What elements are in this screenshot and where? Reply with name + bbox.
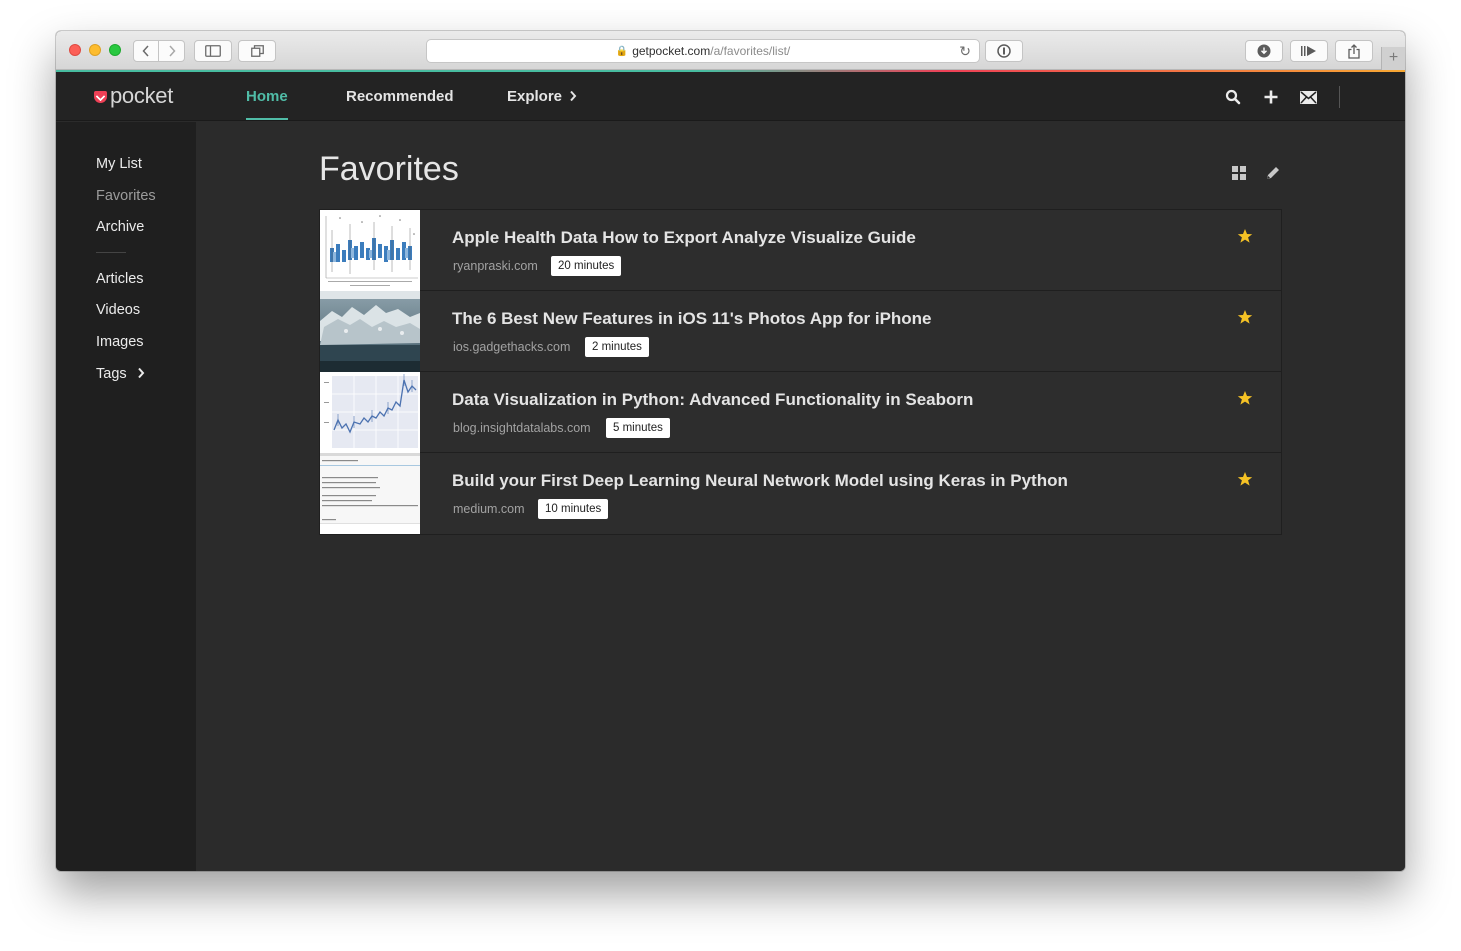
url-host: getpocket.com bbox=[632, 44, 711, 58]
bulk-edit-icon[interactable] bbox=[1264, 164, 1282, 182]
share-button[interactable] bbox=[1335, 40, 1373, 62]
read-time-badge: 20 minutes bbox=[551, 256, 622, 276]
chevron-right-icon bbox=[168, 45, 176, 57]
close-window-button[interactable] bbox=[69, 44, 81, 56]
article-title[interactable]: Data Visualization in Python: Advanced F… bbox=[452, 390, 973, 410]
sidebar-item-images[interactable]: Images bbox=[96, 334, 144, 350]
pocket-logo-icon bbox=[94, 91, 107, 103]
read-time-badge: 5 minutes bbox=[606, 418, 670, 438]
search-button[interactable] bbox=[1223, 87, 1243, 107]
sidebar-icon bbox=[205, 45, 221, 57]
history-nav bbox=[133, 40, 185, 62]
article-domain: blog.insightdatalabs.com bbox=[453, 421, 591, 435]
sidebar-item-tags-label: Tags bbox=[96, 366, 127, 382]
play-skip-icon bbox=[1301, 46, 1316, 56]
pocket-header: pocket Home Recommended Explore bbox=[56, 72, 1405, 121]
favorite-star-icon[interactable] bbox=[1237, 309, 1253, 325]
browser-window: 🔒 getpocket.com/a/favorites/list/ ↻ + po… bbox=[56, 31, 1405, 871]
nav-explore-label: Explore bbox=[507, 88, 563, 105]
chevron-right-icon bbox=[137, 367, 145, 379]
main-content: Favorites Apple Health Data How to Expor… bbox=[196, 122, 1405, 871]
zoom-window-button[interactable] bbox=[109, 44, 121, 56]
nav-home[interactable]: Home bbox=[246, 72, 288, 121]
minimize-window-button[interactable] bbox=[89, 44, 101, 56]
sidebar-item-videos[interactable]: Videos bbox=[96, 302, 140, 318]
favorite-star-icon[interactable] bbox=[1237, 228, 1253, 244]
sidebar-toggle-button[interactable] bbox=[194, 40, 232, 62]
back-button[interactable] bbox=[133, 40, 159, 62]
list-item[interactable]: The 6 Best New Features in iOS 11's Phot… bbox=[320, 291, 1281, 372]
nav-home-label: Home bbox=[246, 88, 288, 105]
favorite-star-icon[interactable] bbox=[1237, 390, 1253, 406]
reading-list-button[interactable] bbox=[1290, 40, 1328, 62]
share-icon bbox=[1348, 43, 1360, 59]
tabs-icon bbox=[250, 45, 264, 57]
inbox-button[interactable] bbox=[1298, 87, 1318, 107]
tab-overview-button[interactable] bbox=[238, 40, 276, 62]
list-item[interactable]: Apple Health Data How to Export Analyze … bbox=[320, 210, 1281, 291]
download-icon bbox=[1257, 44, 1271, 58]
search-icon bbox=[1225, 89, 1241, 105]
list-item[interactable]: Data Visualization in Python: Advanced F… bbox=[320, 372, 1281, 453]
forward-button[interactable] bbox=[159, 40, 185, 62]
grid-view-icon[interactable] bbox=[1232, 166, 1246, 180]
logo-text: pocket bbox=[110, 83, 174, 108]
page-title: Favorites bbox=[319, 150, 459, 188]
article-title[interactable]: The 6 Best New Features in iOS 11's Phot… bbox=[452, 309, 932, 329]
nav-recommended[interactable]: Recommended bbox=[346, 72, 454, 121]
browser-toolbar: 🔒 getpocket.com/a/favorites/list/ ↻ + bbox=[56, 31, 1405, 70]
article-title[interactable]: Apple Health Data How to Export Analyze … bbox=[452, 228, 916, 248]
article-thumbnail bbox=[320, 210, 420, 291]
article-title[interactable]: Build your First Deep Learning Neural Ne… bbox=[452, 471, 1068, 491]
reader-button[interactable] bbox=[985, 40, 1023, 62]
downloads-button[interactable] bbox=[1245, 40, 1283, 62]
article-domain: medium.com bbox=[453, 502, 525, 516]
sidebar-item-tags[interactable]: Tags bbox=[96, 366, 145, 382]
password-icon bbox=[997, 44, 1011, 58]
sidebar-item-favorites[interactable]: Favorites bbox=[96, 188, 156, 204]
article-thumbnail bbox=[320, 372, 420, 453]
read-time-badge: 10 minutes bbox=[538, 499, 609, 519]
article-thumbnail bbox=[320, 291, 420, 372]
reload-icon[interactable]: ↻ bbox=[959, 43, 971, 60]
sidebar-item-articles[interactable]: Articles bbox=[96, 271, 144, 287]
sidebar-divider bbox=[96, 252, 126, 253]
list-item[interactable]: Build your First Deep Learning Neural Ne… bbox=[320, 453, 1281, 534]
read-time-badge: 2 minutes bbox=[585, 337, 649, 357]
sidebar-item-archive[interactable]: Archive bbox=[96, 219, 144, 235]
add-icon bbox=[1264, 90, 1278, 104]
chevron-right-icon bbox=[570, 90, 577, 102]
address-bar[interactable]: 🔒 getpocket.com/a/favorites/list/ ↻ bbox=[426, 39, 980, 63]
url-path: /a/favorites/list/ bbox=[710, 44, 791, 58]
nav-recommended-label: Recommended bbox=[346, 88, 454, 105]
sidebar: My List Favorites Archive Articles Video… bbox=[56, 122, 196, 871]
favorite-star-icon[interactable] bbox=[1237, 471, 1253, 487]
header-divider bbox=[1339, 86, 1340, 108]
mail-icon bbox=[1299, 90, 1317, 104]
article-domain: ios.gadgethacks.com bbox=[453, 340, 571, 354]
favorites-list: Apple Health Data How to Export Analyze … bbox=[319, 209, 1282, 535]
new-tab-button[interactable]: + bbox=[1381, 47, 1405, 70]
article-thumbnail bbox=[320, 453, 420, 534]
sidebar-item-my-list[interactable]: My List bbox=[96, 156, 142, 172]
chevron-left-icon bbox=[142, 45, 149, 57]
article-domain: ryanpraski.com bbox=[453, 259, 538, 273]
nav-explore[interactable]: Explore bbox=[507, 72, 577, 121]
lock-icon: 🔒 bbox=[615, 45, 629, 57]
add-item-button[interactable] bbox=[1261, 87, 1281, 107]
pocket-logo[interactable]: pocket bbox=[94, 83, 173, 109]
